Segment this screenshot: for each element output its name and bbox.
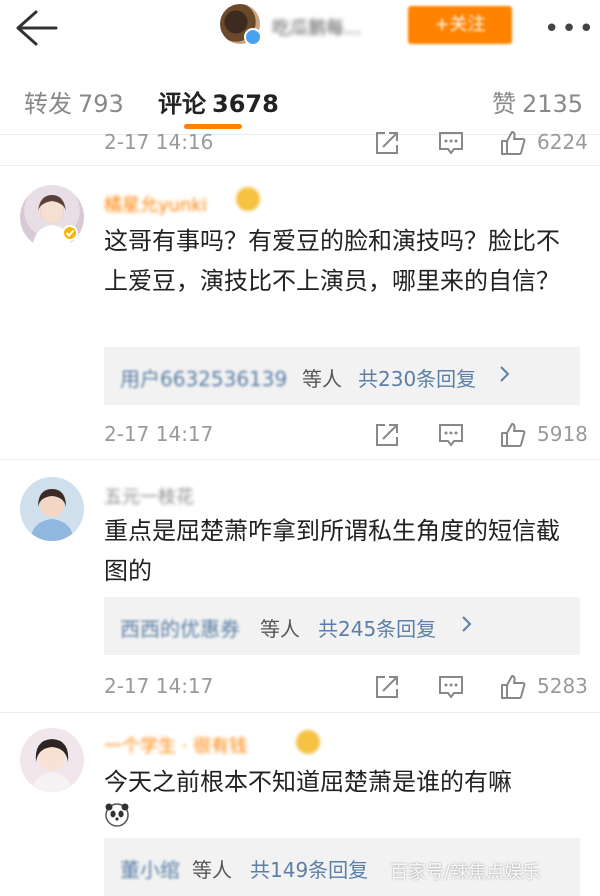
comment-icon[interactable] <box>438 674 464 700</box>
comment-time: 2-17 14:16 <box>104 130 214 154</box>
active-tab-indicator <box>184 124 242 129</box>
comment-actions: 2-17 14:17 5283 <box>0 674 600 708</box>
divider <box>0 459 600 460</box>
tab-comments[interactable]: 评论 3678 <box>158 84 279 119</box>
avatar[interactable] <box>20 728 84 792</box>
like-count: 5283 <box>537 674 588 698</box>
tab-count: 2135 <box>522 90 584 118</box>
avatar[interactable] <box>20 185 84 249</box>
more-options-icon[interactable]: ••• <box>544 14 596 44</box>
reply-suffix: 等人 <box>260 617 300 641</box>
reply-summary[interactable]: 用户6632536139 等人 共230条回复 <box>104 347 580 405</box>
like-count: 5918 <box>537 422 588 446</box>
tab-likes[interactable]: 赞 2135 <box>492 84 583 119</box>
divider <box>0 712 600 713</box>
reply-suffix: 等人 <box>302 367 342 391</box>
panda-emoji-icon <box>104 802 130 828</box>
tab-count: 3678 <box>212 90 279 118</box>
vip-badge-icon <box>236 187 260 211</box>
author-avatar[interactable] <box>220 4 262 46</box>
like-icon[interactable] <box>500 422 526 448</box>
like-icon[interactable] <box>500 674 526 700</box>
reply-summary[interactable]: 西西的优惠券 等人 共245条回复 <box>104 597 580 655</box>
repost-icon[interactable] <box>374 130 400 156</box>
avatar[interactable] <box>20 477 84 541</box>
vip-badge-icon <box>296 730 320 754</box>
reply-users[interactable]: 用户6632536139 <box>120 363 287 392</box>
tab-label: 赞 <box>492 90 516 118</box>
reply-users[interactable]: 西西的优惠券 <box>120 613 240 642</box>
tab-label: 评论 <box>158 90 206 118</box>
like-count: 6224 <box>537 130 588 154</box>
comment-time: 2-17 14:17 <box>104 422 214 446</box>
back-arrow-icon[interactable] <box>14 8 58 48</box>
repost-icon[interactable] <box>374 674 400 700</box>
comment-icon[interactable] <box>438 130 464 156</box>
commenter-name[interactable]: 橘星允yunki <box>104 191 207 217</box>
repost-icon[interactable] <box>374 422 400 448</box>
watermark: 百家号/辣焦点娱乐 <box>390 862 541 883</box>
reply-users[interactable]: 董小绾 <box>120 854 180 883</box>
tab-repost[interactable]: 转发 793 <box>24 84 124 119</box>
comment-actions: 2-17 14:16 6224 <box>0 130 600 164</box>
commenter-name[interactable]: 五元一枝花 <box>104 483 194 509</box>
comment-text: 今天之前根本不知道屈楚萧是谁的有嘛 <box>104 768 512 796</box>
tab-bar: 转发 793 评论 3678 赞 2135 <box>0 64 600 135</box>
follow-button[interactable]: +关注 <box>408 6 512 44</box>
comment-icon[interactable] <box>438 422 464 448</box>
comment-time: 2-17 14:17 <box>104 674 214 698</box>
author-nickname[interactable]: 吃瓜鹅每... <box>272 14 361 40</box>
comment-text: 重点是屈楚萧咋拿到所谓私生角度的短信截图的 <box>104 517 560 585</box>
tab-count: 793 <box>78 90 124 118</box>
chevron-right-icon <box>460 613 474 640</box>
chevron-right-icon <box>498 363 512 390</box>
commenter-name[interactable]: 一个学生 · 很有钱 <box>104 732 247 758</box>
comment-text: 这哥有事吗？有爱豆的脸和演技吗？脸比不上爱豆，演技比不上演员，哪里来的自信？ <box>104 227 560 295</box>
comment-actions: 2-17 14:17 5918 <box>0 422 600 456</box>
reply-suffix: 等人 <box>192 858 232 882</box>
verified-badge-icon <box>244 28 262 46</box>
reply-count[interactable]: 共149条回复 <box>250 854 368 883</box>
tab-label: 转发 <box>24 90 72 118</box>
divider <box>0 165 600 166</box>
reply-count[interactable]: 共230条回复 <box>358 363 476 392</box>
like-icon[interactable] <box>500 130 526 156</box>
reply-count[interactable]: 共245条回复 <box>318 613 436 642</box>
top-bar: 吃瓜鹅每... +关注 ••• <box>0 0 600 58</box>
